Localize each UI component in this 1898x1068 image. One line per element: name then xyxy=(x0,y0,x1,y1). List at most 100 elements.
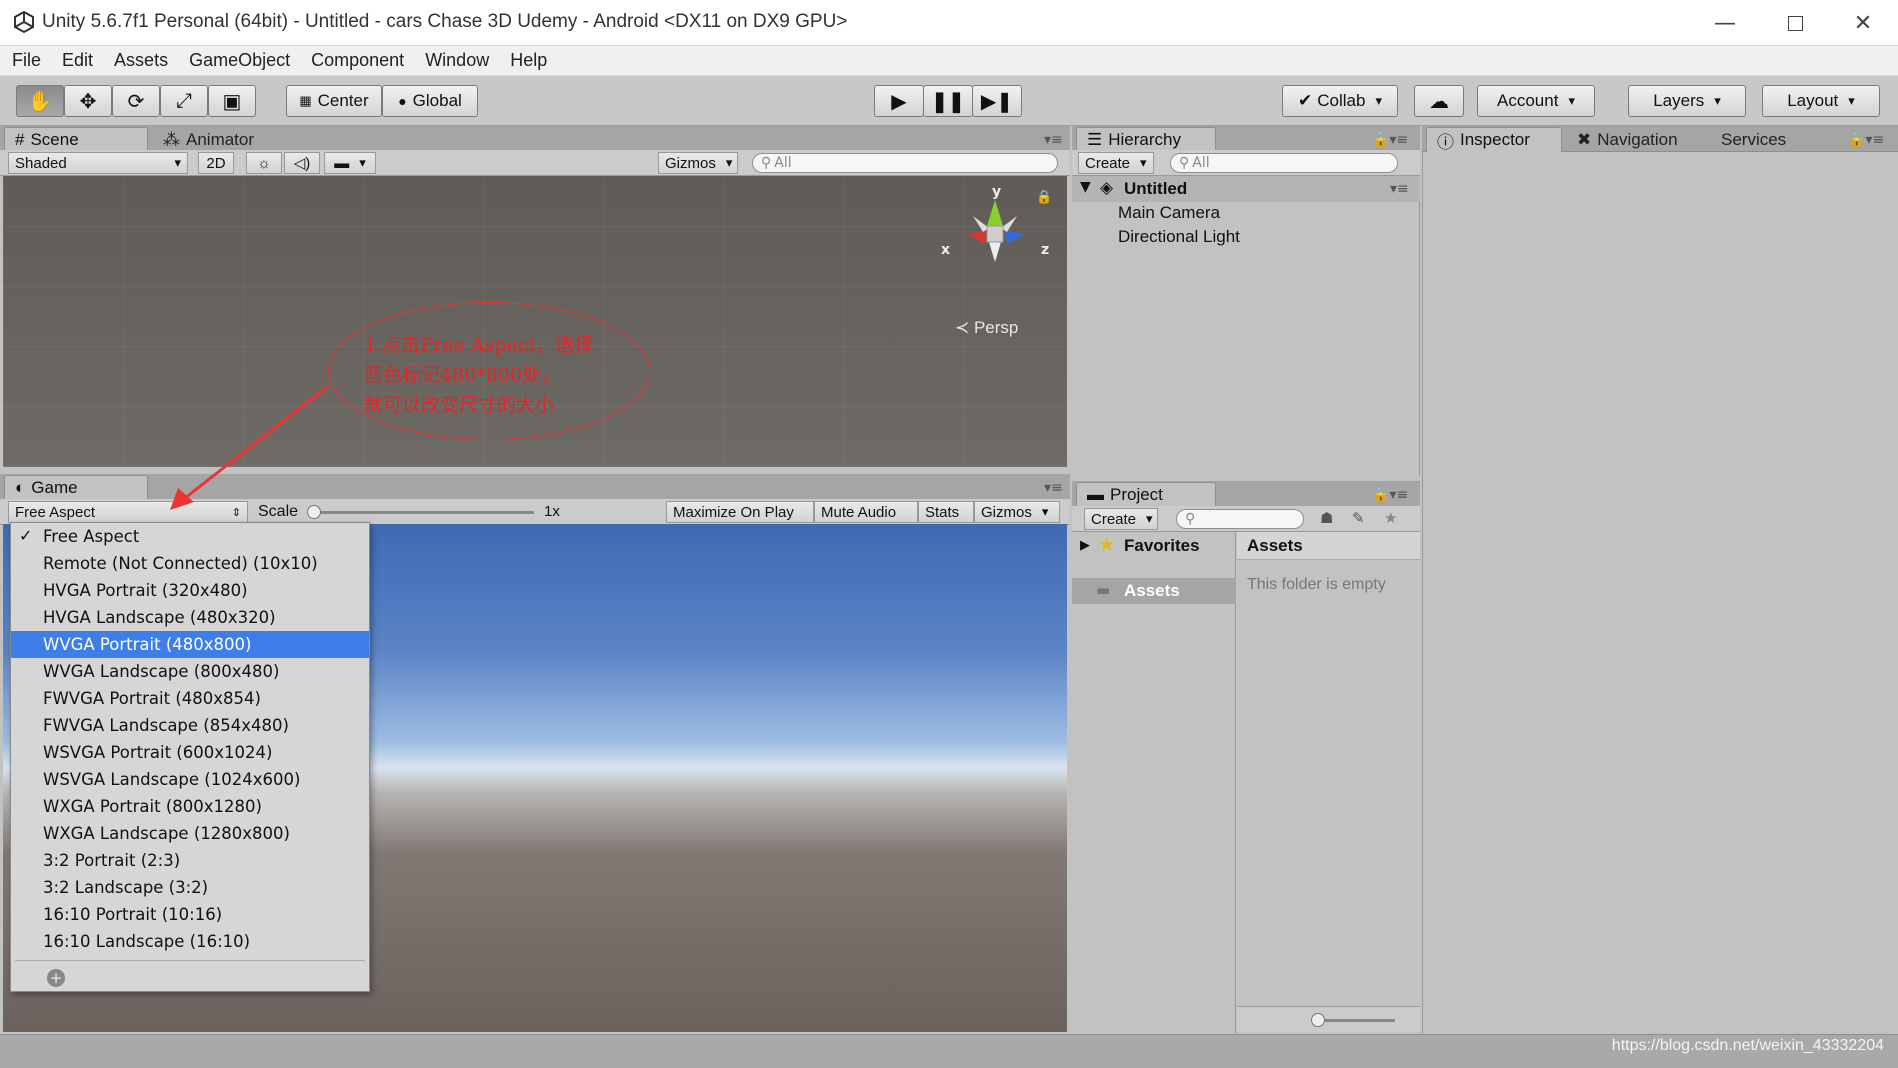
maximize-button[interactable] xyxy=(1760,0,1830,46)
step-button[interactable]: ▶❚ xyxy=(972,85,1022,117)
aspect-option[interactable]: HVGA Portrait (320x480) xyxy=(11,577,369,604)
audio-toggle[interactable]: ◁) xyxy=(284,152,320,174)
cloud-button[interactable]: ☁ xyxy=(1414,85,1464,117)
projection-toggle[interactable]: ≺ Persp xyxy=(955,318,1018,338)
layers-label: Layers xyxy=(1653,91,1705,110)
aspect-option[interactable]: 3:2 Portrait (2:3) xyxy=(11,847,369,874)
hierarchy-item-main-camera[interactable]: Main Camera xyxy=(1118,203,1220,223)
tab-scene[interactable]: # Scene xyxy=(4,127,148,152)
lighting-toggle[interactable]: ☼ xyxy=(246,152,282,174)
filter-label-icon[interactable]: ✎ xyxy=(1352,509,1365,527)
aspect-option[interactable]: WXGA Portrait (800x1280) xyxy=(11,793,369,820)
aspect-option-label: FWVGA Portrait (480x854) xyxy=(43,689,261,708)
icon-size-slider-thumb[interactable] xyxy=(1311,1013,1325,1027)
aspect-option[interactable]: 3:2 Landscape (3:2) xyxy=(11,874,369,901)
favorites-label[interactable]: Favorites xyxy=(1124,536,1200,556)
hierarchy-search-input[interactable]: ⚲ All xyxy=(1170,153,1398,173)
hierarchy-lock-icon[interactable]: 🔒▾≡ xyxy=(1372,132,1408,148)
shading-dropdown[interactable]: Shaded xyxy=(8,152,188,174)
scene-menu-icon[interactable]: ▾≡ xyxy=(1390,181,1409,197)
rotate-tool-button[interactable]: ⟳ xyxy=(112,85,160,117)
aspect-option[interactable]: FWVGA Landscape (854x480) xyxy=(11,712,369,739)
menu-component[interactable]: Component xyxy=(311,50,404,71)
maximize-on-play-toggle[interactable]: Maximize On Play xyxy=(666,501,814,523)
layers-dropdown[interactable]: Layers xyxy=(1628,85,1746,117)
panel-menu-icon[interactable]: ▾≡ xyxy=(1044,132,1063,148)
aspect-option[interactable]: WXGA Landscape (1280x800) xyxy=(11,820,369,847)
aspect-option[interactable]: 16:10 Landscape (16:10) xyxy=(11,928,369,955)
tab-navigation[interactable]: ✖ Navigation xyxy=(1566,127,1706,152)
close-button[interactable]: ✕ xyxy=(1828,0,1898,46)
watermark: https://blog.csdn.net/weixin_43332204 xyxy=(1611,1037,1884,1054)
tab-project[interactable]: ▬ Project xyxy=(1076,482,1216,507)
tab-animator-label: Animator xyxy=(186,130,255,149)
layout-dropdown[interactable]: Layout xyxy=(1762,85,1880,117)
scene-row[interactable]: ▼ ◈ Untitled ▾≡ xyxy=(1072,176,1420,202)
menu-file[interactable]: File xyxy=(12,50,41,71)
aspect-option[interactable]: HVGA Landscape (480x320) xyxy=(11,604,369,631)
play-button[interactable]: ▶ xyxy=(874,85,924,117)
add-aspect-button[interactable]: + xyxy=(47,969,65,987)
projection-label: Persp xyxy=(973,318,1019,337)
project-search-input[interactable]: ⚲ xyxy=(1176,509,1304,529)
filter-type-icon[interactable]: ☗ xyxy=(1320,509,1333,527)
aspect-option[interactable]: 16:10 Portrait (10:16) xyxy=(11,901,369,928)
pause-button[interactable]: ❚❚ xyxy=(923,85,973,117)
star-icon: ★ xyxy=(1098,534,1116,556)
annotation-arrow-icon xyxy=(170,384,329,510)
gizmo-lock-icon[interactable]: 🔒 xyxy=(1036,190,1052,205)
tab-animator[interactable]: ⁂ Animator xyxy=(152,127,288,152)
favorites-expand-icon[interactable]: ▶ xyxy=(1080,538,1090,553)
menu-gameobject[interactable]: GameObject xyxy=(189,50,290,71)
mute-audio-toggle[interactable]: Mute Audio xyxy=(814,501,918,523)
grid-icon: # xyxy=(15,130,25,149)
project-create-dropdown[interactable]: Create xyxy=(1084,508,1158,530)
scale-tool-button[interactable]: ⤢ xyxy=(160,85,208,117)
tab-services[interactable]: Services xyxy=(1710,127,1810,152)
tab-hierarchy[interactable]: ☰ Hierarchy xyxy=(1076,127,1216,152)
hierarchy-item-directional-light[interactable]: Directional Light xyxy=(1118,227,1240,247)
2d-toggle[interactable]: 2D xyxy=(198,152,234,174)
tab-inspector[interactable]: ⓘ Inspector xyxy=(1426,127,1562,152)
hierarchy-create-dropdown[interactable]: Create xyxy=(1078,152,1154,174)
aspect-option[interactable]: Remote (Not Connected) (10x10) xyxy=(11,550,369,577)
tab-project-label: Project xyxy=(1110,485,1163,504)
assets-folder-row[interactable]: ▬ Assets xyxy=(1072,578,1236,604)
empty-folder-message: This folder is empty xyxy=(1247,576,1386,593)
rect-tool-button[interactable]: ▣ xyxy=(208,85,256,117)
inspector-lock-icon[interactable]: 🔒▾≡ xyxy=(1848,132,1884,148)
menu-assets[interactable]: Assets xyxy=(114,50,168,71)
aspect-option[interactable]: WVGA Landscape (800x480) xyxy=(11,658,369,685)
menu-window[interactable]: Window xyxy=(425,50,489,71)
favorite-star-icon[interactable]: ★ xyxy=(1384,509,1397,527)
menu-help[interactable]: Help xyxy=(510,50,547,71)
project-lock-icon[interactable]: 🔒▾≡ xyxy=(1372,487,1408,503)
effects-dropdown[interactable]: ▬ xyxy=(324,152,376,174)
aspect-option[interactable]: WSVGA Portrait (600x1024) xyxy=(11,739,369,766)
collab-dropdown[interactable]: ✔ Collab xyxy=(1282,85,1398,117)
pivot-icon: ▦ xyxy=(299,93,312,108)
aspect-option[interactable]: FWVGA Portrait (480x854) xyxy=(11,685,369,712)
scale-slider-track[interactable] xyxy=(310,511,534,514)
stats-toggle[interactable]: Stats xyxy=(918,501,974,523)
hierarchy-toolbar: Create ⚲All xyxy=(1072,150,1420,176)
move-tool-button[interactable]: ✥ xyxy=(64,85,112,117)
scene-gizmos-dropdown[interactable]: Gizmos xyxy=(658,152,738,174)
hand-tool-button[interactable]: ✋ xyxy=(16,85,64,117)
scene-search-input[interactable]: ⚲ All xyxy=(752,153,1058,173)
minimize-button[interactable]: — xyxy=(1690,0,1760,46)
aspect-option-label: Remote (Not Connected) (10x10) xyxy=(43,554,318,573)
icon-size-slider-track[interactable] xyxy=(1315,1019,1395,1022)
account-dropdown[interactable]: Account xyxy=(1477,85,1595,117)
space-global-button[interactable]: ● Global xyxy=(382,85,478,117)
game-panel-menu-icon[interactable]: ▾≡ xyxy=(1044,480,1063,496)
aspect-option-highlighted[interactable]: WVGA Portrait (480x800) xyxy=(11,631,369,658)
aspect-option[interactable]: WSVGA Landscape (1024x600) xyxy=(11,766,369,793)
checkmark-icon: ✓ xyxy=(19,526,33,545)
pivot-center-button[interactable]: ▦ Center xyxy=(286,85,382,117)
game-gizmos-dropdown[interactable]: Gizmos xyxy=(974,501,1060,523)
menu-edit[interactable]: Edit xyxy=(62,50,93,71)
tab-game[interactable]: ◐ Game xyxy=(4,475,148,500)
aspect-option[interactable]: ✓ Free Aspect xyxy=(11,523,369,550)
expand-arrow-icon[interactable]: ▼ xyxy=(1080,179,1091,195)
